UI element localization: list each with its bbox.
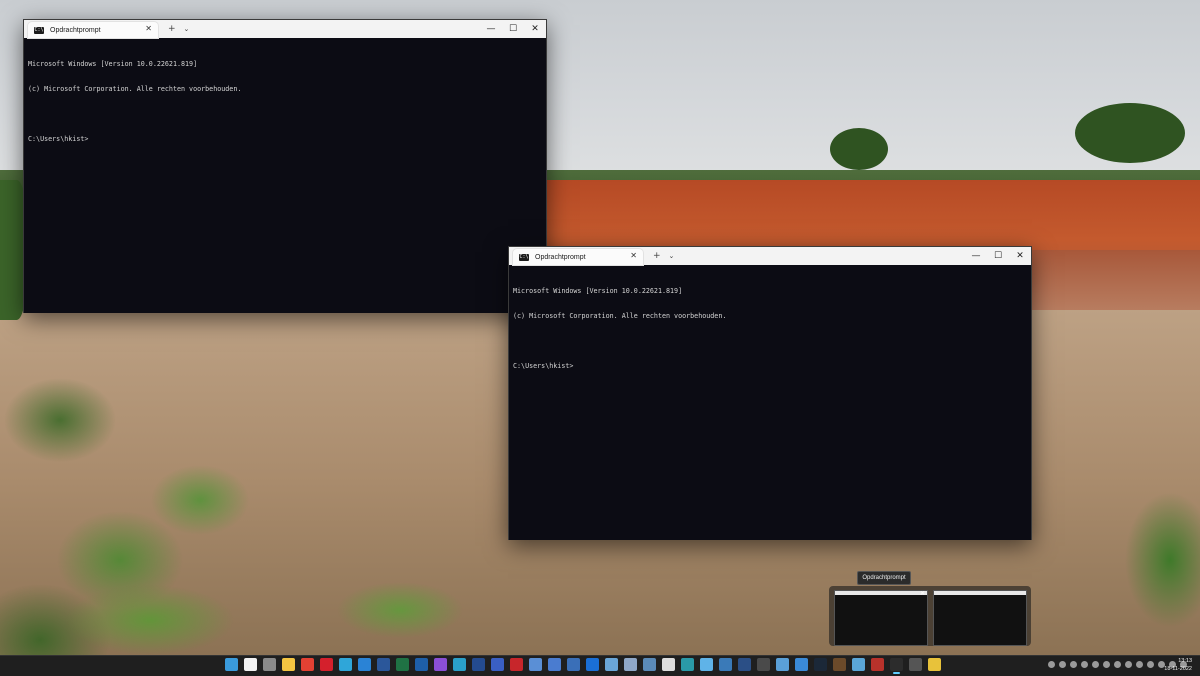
minimize-button[interactable]: — [965, 247, 987, 265]
file-explorer-icon[interactable] [282, 658, 295, 671]
tab-opdrachtprompt[interactable]: C:\ Opdrachtprompt ✕ [513, 249, 643, 265]
edge-icon[interactable] [339, 658, 352, 671]
app-settings-icon[interactable] [795, 658, 808, 671]
app-teal-icon[interactable] [681, 658, 694, 671]
tray-icon-2[interactable] [1059, 661, 1066, 668]
terminal-window-2[interactable]: C:\ Opdrachtprompt ✕ + ⌄ — ☐ ✕ Microsoft… [508, 246, 1032, 540]
app-gray-icon[interactable] [909, 658, 922, 671]
command-prompt-icon: C:\ [519, 253, 529, 261]
file-manager-yellow-icon[interactable] [928, 658, 941, 671]
terminal-line: Microsoft Windows [Version 10.0.22621.81… [513, 286, 683, 295]
taskbar: 13:13 18-11-2022 [0, 655, 1200, 676]
taskbar-pinned-apps [222, 658, 944, 674]
tray-icon-4[interactable] [1081, 661, 1088, 668]
tab-title: Opdrachtprompt [50, 26, 101, 34]
terminal-prompt: C:\Users\hkist> [513, 362, 574, 371]
app-purple-icon[interactable] [434, 658, 447, 671]
chrome-icon[interactable] [301, 658, 314, 671]
app-navy-icon[interactable] [491, 658, 504, 671]
thumbnail-close-icon[interactable]: ✕ [920, 590, 925, 597]
clock-date: 18-11-2022 [1164, 666, 1192, 672]
app-doc-icon[interactable] [624, 658, 637, 671]
thumbnail-titlebar [934, 591, 1026, 595]
terminal-output[interactable]: Microsoft Windows [Version 10.0.22621.81… [509, 265, 1031, 540]
tab-dropdown-chevron-icon[interactable]: ⌄ [669, 252, 675, 260]
tab-opdrachtprompt[interactable]: C:\ Opdrachtprompt ✕ [28, 22, 158, 38]
terminal-line: (c) Microsoft Corporation. Alle rechten … [513, 312, 727, 321]
onepassword-icon[interactable] [586, 658, 599, 671]
app-blue-icon[interactable] [415, 658, 428, 671]
terminal-line: (c) Microsoft Corporation. Alle rechten … [28, 85, 242, 94]
wallpaper-tree [830, 128, 888, 170]
tray-icon-1[interactable] [1048, 661, 1055, 668]
tray-icon-5[interactable] [1092, 661, 1099, 668]
titlebar[interactable]: C:\ Opdrachtprompt ✕ + ⌄ — ☐ ✕ [24, 20, 546, 38]
settings-gear-icon[interactable] [263, 658, 276, 671]
tray-icon-10[interactable] [1147, 661, 1154, 668]
terminal-prompt: C:\Users\hkist> [28, 135, 89, 144]
start-windows-icon[interactable] [225, 658, 238, 671]
new-tab-button[interactable]: + [653, 251, 661, 261]
tab-dropdown-chevron-icon[interactable]: ⌄ [184, 25, 190, 33]
close-button[interactable]: ✕ [524, 20, 546, 38]
calendar-icon[interactable] [244, 658, 257, 671]
window-thumbnail-2[interactable] [933, 590, 1027, 646]
window-thumbnail-1[interactable]: ✕ [834, 590, 928, 646]
opera-icon[interactable] [320, 658, 333, 671]
close-button[interactable]: ✕ [1009, 247, 1031, 265]
app-cyan-icon[interactable] [453, 658, 466, 671]
app-brown-icon[interactable] [833, 658, 846, 671]
command-prompt-icon: C:\ [34, 26, 44, 34]
save-disk-icon[interactable] [548, 658, 561, 671]
app-camera-icon[interactable] [776, 658, 789, 671]
taskbar-preview-panel: ✕ [829, 586, 1031, 646]
tray-icon-7[interactable] [1114, 661, 1121, 668]
tab-close-icon[interactable]: ✕ [145, 24, 152, 33]
maximize-button[interactable]: ☐ [987, 247, 1009, 265]
filezilla-red-icon[interactable] [871, 658, 884, 671]
wallpaper-vegetation-right [1120, 470, 1200, 660]
app-list-icon[interactable] [719, 658, 732, 671]
app-darkblue-icon[interactable] [472, 658, 485, 671]
terminal-window-1[interactable]: C:\ Opdrachtprompt ✕ + ⌄ — ☐ ✕ Microsoft… [23, 19, 547, 313]
new-tab-button[interactable]: + [168, 24, 176, 34]
tray-icon-6[interactable] [1103, 661, 1110, 668]
tray-icon-8[interactable] [1125, 661, 1132, 668]
wallpaper-tree [1075, 103, 1185, 163]
tab-title: Opdrachtprompt [535, 253, 586, 261]
tray-icon-3[interactable] [1070, 661, 1077, 668]
app-window-icon[interactable] [757, 658, 770, 671]
app-monitor-icon[interactable] [529, 658, 542, 671]
taskbar-clock[interactable]: 13:13 18-11-2022 [1164, 657, 1192, 673]
maximize-button[interactable]: ☐ [502, 20, 524, 38]
titlebar[interactable]: C:\ Opdrachtprompt ✕ + ⌄ — ☐ ✕ [509, 247, 1031, 265]
terminal-line: Microsoft Windows [Version 10.0.22621.81… [28, 59, 198, 68]
notepad-icon[interactable] [700, 658, 713, 671]
steam-icon[interactable] [814, 658, 827, 671]
tab-close-icon[interactable]: ✕ [630, 251, 637, 260]
terminal-output[interactable]: Microsoft Windows [Version 10.0.22621.81… [24, 38, 546, 313]
store-icon[interactable] [358, 658, 371, 671]
media-player-icon[interactable] [662, 658, 675, 671]
app-globe-icon[interactable] [567, 658, 580, 671]
app-bag-icon[interactable] [852, 658, 865, 671]
tray-icon-9[interactable] [1136, 661, 1143, 668]
thumbnail-titlebar [835, 591, 927, 595]
minimize-button[interactable]: — [480, 20, 502, 38]
clock-time: 13:13 [1178, 658, 1192, 664]
terminal-icon[interactable] [890, 658, 903, 674]
taskbar-preview-tooltip: Opdrachtprompt [857, 571, 911, 585]
filezilla-icon[interactable] [510, 658, 523, 671]
excel-icon[interactable] [396, 658, 409, 671]
app-phone-icon[interactable] [605, 658, 618, 671]
app-image-icon[interactable] [643, 658, 656, 671]
powershell-icon[interactable] [738, 658, 751, 671]
word-icon[interactable] [377, 658, 390, 671]
